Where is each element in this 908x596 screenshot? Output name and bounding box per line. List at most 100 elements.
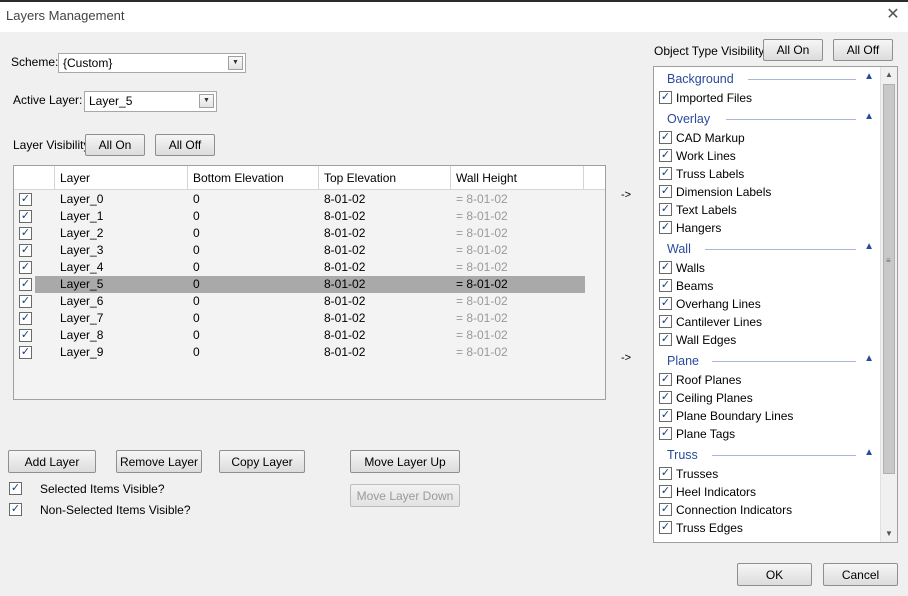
cell-top-elevation[interactable]: 8-01-02 bbox=[324, 276, 365, 293]
object-type-item[interactable]: ✓ Connection Indicators bbox=[658, 501, 878, 519]
layer-visible-checkbox[interactable]: ✓ bbox=[19, 329, 32, 342]
table-row[interactable]: ✓ Layer_6 0 8-01-02 = 8-01-02 bbox=[14, 293, 605, 310]
layer-all-on-button[interactable]: All On bbox=[85, 134, 145, 156]
table-row[interactable]: ✓ Layer_7 0 8-01-02 = 8-01-02 bbox=[14, 310, 605, 327]
vertical-scrollbar[interactable]: ▲ ≡ ▼ bbox=[880, 67, 897, 542]
cell-layer[interactable]: Layer_8 bbox=[60, 327, 103, 344]
object-type-item[interactable]: ✓ Walls bbox=[658, 259, 878, 277]
move-layer-down-button[interactable]: Move Layer Down bbox=[350, 484, 460, 507]
group-header-truss[interactable]: Truss ▲ bbox=[654, 445, 882, 465]
object-type-item[interactable]: ✓ Roof Planes bbox=[658, 371, 878, 389]
object-type-checkbox[interactable]: ✓ bbox=[659, 261, 672, 274]
layer-visible-checkbox[interactable]: ✓ bbox=[19, 244, 32, 257]
cell-layer[interactable]: Layer_5 bbox=[60, 276, 103, 293]
object-type-checkbox[interactable]: ✓ bbox=[659, 427, 672, 440]
cell-layer[interactable]: Layer_7 bbox=[60, 310, 103, 327]
group-header-plane[interactable]: Plane ▲ bbox=[654, 351, 882, 371]
cell-bottom-elevation[interactable]: 0 bbox=[193, 327, 200, 344]
object-type-item[interactable]: ✓ Ceiling Planes bbox=[658, 389, 878, 407]
chevron-down-icon[interactable]: ▼ bbox=[199, 94, 214, 108]
cell-bottom-elevation[interactable]: 0 bbox=[193, 276, 200, 293]
active-layer-dropdown[interactable]: Layer_5 ▼ bbox=[84, 91, 217, 112]
cell-bottom-elevation[interactable]: 0 bbox=[193, 293, 200, 310]
layer-all-off-button[interactable]: All Off bbox=[155, 134, 215, 156]
object-type-item[interactable]: ✓ Plane Boundary Lines bbox=[658, 407, 878, 425]
cell-wall-height[interactable]: = 8-01-02 bbox=[456, 344, 508, 361]
cell-layer[interactable]: Layer_1 bbox=[60, 208, 103, 225]
object-type-checkbox[interactable]: ✓ bbox=[659, 149, 672, 162]
object-type-item[interactable]: ✓ Dimension Labels bbox=[658, 183, 878, 201]
close-icon[interactable]: ✕ bbox=[884, 6, 902, 24]
cell-wall-height[interactable]: = 8-01-02 bbox=[456, 327, 508, 344]
object-type-item[interactable]: ✓ Work Lines bbox=[658, 147, 878, 165]
object-type-checkbox[interactable]: ✓ bbox=[659, 221, 672, 234]
remove-layer-button[interactable]: Remove Layer bbox=[116, 450, 202, 473]
cell-top-elevation[interactable]: 8-01-02 bbox=[324, 310, 365, 327]
chevron-up-icon[interactable]: ▲ bbox=[864, 353, 874, 364]
scrollbar-thumb[interactable] bbox=[883, 84, 895, 474]
table-row[interactable]: ✓ Layer_5 0 8-01-02 = 8-01-02 bbox=[14, 276, 605, 293]
object-type-item[interactable]: ✓ Plane Tags bbox=[658, 425, 878, 443]
chevron-up-icon[interactable]: ▲ bbox=[864, 71, 874, 82]
table-row[interactable]: ✓ Layer_0 0 8-01-02 = 8-01-02 bbox=[14, 191, 605, 208]
object-type-item[interactable]: ✓ Text Labels bbox=[658, 201, 878, 219]
object-type-item[interactable]: ✓ Imported Files bbox=[658, 89, 878, 107]
cell-top-elevation[interactable]: 8-01-02 bbox=[324, 259, 365, 276]
object-type-checkbox[interactable]: ✓ bbox=[659, 185, 672, 198]
cell-top-elevation[interactable]: 8-01-02 bbox=[324, 327, 365, 344]
move-layer-up-button[interactable]: Move Layer Up bbox=[350, 450, 460, 473]
object-type-item[interactable]: ✓ Overhang Lines bbox=[658, 295, 878, 313]
cell-layer[interactable]: Layer_0 bbox=[60, 191, 103, 208]
cell-top-elevation[interactable]: 8-01-02 bbox=[324, 242, 365, 259]
cell-top-elevation[interactable]: 8-01-02 bbox=[324, 191, 365, 208]
object-type-checkbox[interactable]: ✓ bbox=[659, 131, 672, 144]
chevron-up-icon[interactable]: ▲ bbox=[864, 111, 874, 122]
cell-wall-height[interactable]: = 8-01-02 bbox=[456, 310, 508, 327]
object-type-item[interactable]: ✓ Heel Indicators bbox=[658, 483, 878, 501]
header-wall-height[interactable]: Wall Height bbox=[451, 166, 584, 190]
object-type-checkbox[interactable]: ✓ bbox=[659, 167, 672, 180]
group-header-wall[interactable]: Wall ▲ bbox=[654, 239, 882, 259]
object-type-checkbox[interactable]: ✓ bbox=[659, 279, 672, 292]
cell-wall-height[interactable]: = 8-01-02 bbox=[456, 225, 508, 242]
cell-bottom-elevation[interactable]: 0 bbox=[193, 344, 200, 361]
cell-bottom-elevation[interactable]: 0 bbox=[193, 191, 200, 208]
cancel-button[interactable]: Cancel bbox=[823, 563, 898, 586]
scroll-down-arrow-icon[interactable]: ▼ bbox=[881, 526, 897, 542]
cell-bottom-elevation[interactable]: 0 bbox=[193, 225, 200, 242]
table-row[interactable]: ✓ Layer_1 0 8-01-02 = 8-01-02 bbox=[14, 208, 605, 225]
scroll-up-arrow-icon[interactable]: ▲ bbox=[881, 67, 897, 83]
chevron-up-icon[interactable]: ▲ bbox=[864, 241, 874, 252]
layer-visible-checkbox[interactable]: ✓ bbox=[19, 278, 32, 291]
object-type-checkbox[interactable]: ✓ bbox=[659, 297, 672, 310]
object-type-item[interactable]: ✓ Hangers bbox=[658, 219, 878, 237]
object-type-checkbox[interactable]: ✓ bbox=[659, 503, 672, 516]
table-row[interactable]: ✓ Layer_3 0 8-01-02 = 8-01-02 bbox=[14, 242, 605, 259]
object-type-checkbox[interactable]: ✓ bbox=[659, 391, 672, 404]
ok-button[interactable]: OK bbox=[737, 563, 812, 586]
object-type-item[interactable]: ✓ Truss Edges bbox=[658, 519, 878, 537]
header-top-elevation[interactable]: Top Elevation bbox=[319, 166, 451, 190]
group-header-overlay[interactable]: Overlay ▲ bbox=[654, 109, 882, 129]
cell-wall-height[interactable]: = 8-01-02 bbox=[456, 259, 508, 276]
layer-visible-checkbox[interactable]: ✓ bbox=[19, 295, 32, 308]
cell-bottom-elevation[interactable]: 0 bbox=[193, 208, 200, 225]
cell-layer[interactable]: Layer_6 bbox=[60, 293, 103, 310]
layer-visible-checkbox[interactable]: ✓ bbox=[19, 312, 32, 325]
cell-wall-height[interactable]: = 8-01-02 bbox=[456, 242, 508, 259]
object-type-checkbox[interactable]: ✓ bbox=[659, 203, 672, 216]
object-type-item[interactable]: ✓ Wall Edges bbox=[658, 331, 878, 349]
header-layer[interactable]: Layer bbox=[55, 166, 188, 190]
cell-wall-height[interactable]: = 8-01-02 bbox=[456, 276, 508, 293]
object-type-checkbox[interactable]: ✓ bbox=[659, 485, 672, 498]
object-type-list[interactable]: Background ▲ ✓ Imported Files Overlay ▲ ✓ CAD M… bbox=[653, 66, 898, 543]
object-type-checkbox[interactable]: ✓ bbox=[659, 333, 672, 346]
layer-visible-checkbox[interactable]: ✓ bbox=[19, 210, 32, 223]
cell-bottom-elevation[interactable]: 0 bbox=[193, 242, 200, 259]
object-type-item[interactable]: ✓ Trusses bbox=[658, 465, 878, 483]
cell-layer[interactable]: Layer_2 bbox=[60, 225, 103, 242]
copy-layer-button[interactable]: Copy Layer bbox=[219, 450, 305, 473]
object-type-checkbox[interactable]: ✓ bbox=[659, 315, 672, 328]
object-type-checkbox[interactable]: ✓ bbox=[659, 373, 672, 386]
selected-visible-checkbox[interactable]: ✓ bbox=[9, 482, 22, 495]
